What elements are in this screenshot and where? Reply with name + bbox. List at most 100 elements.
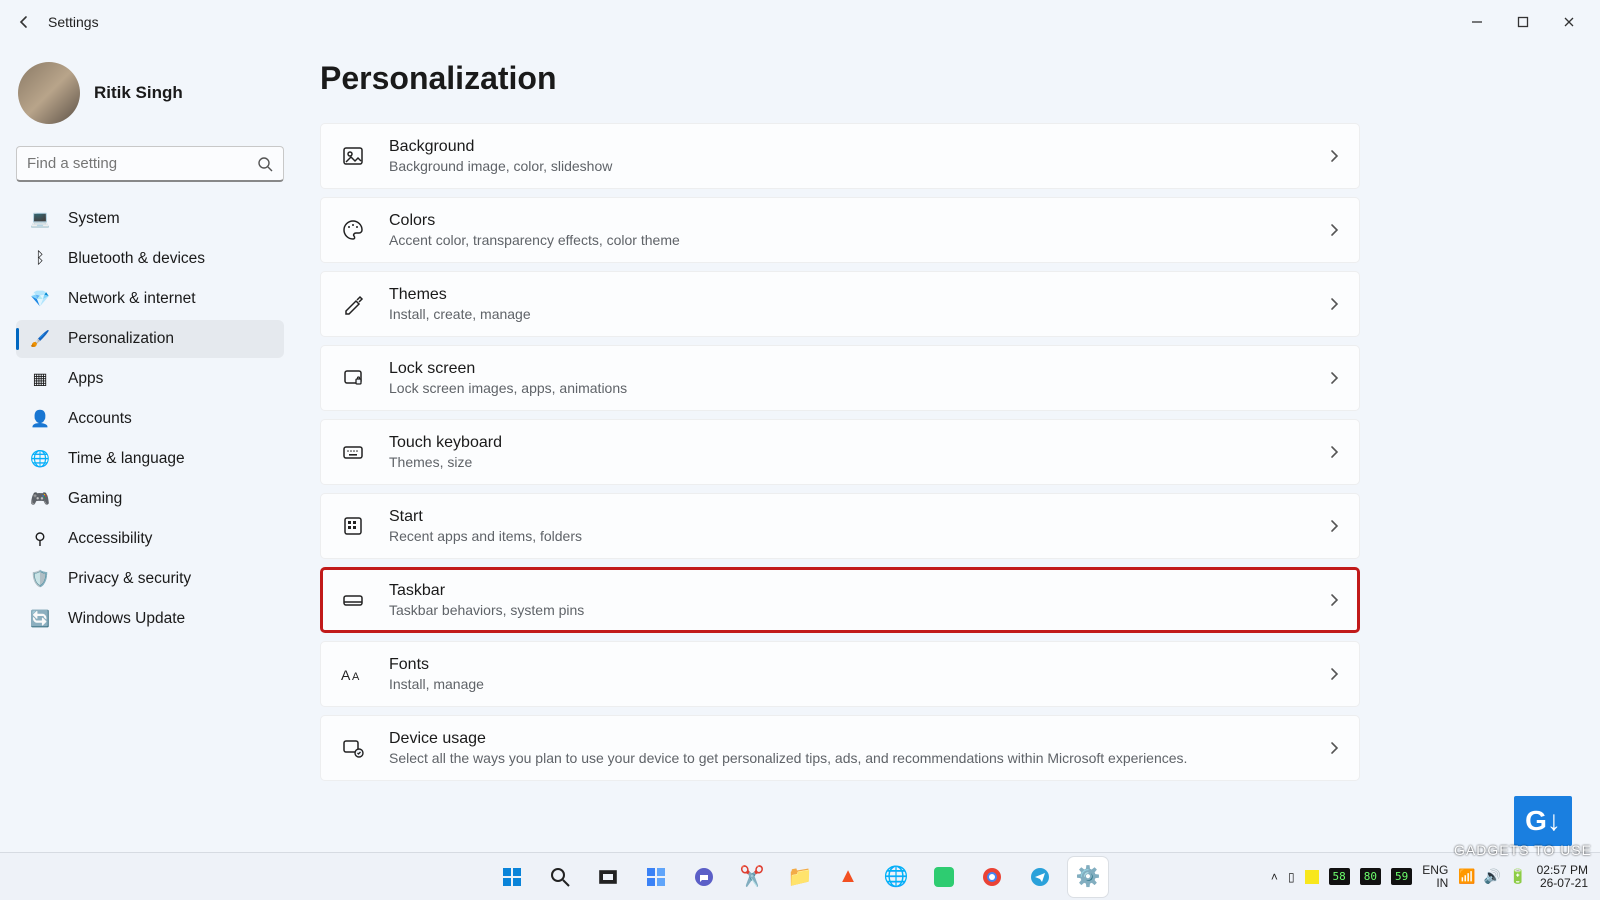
settings-cards: BackgroundBackground image, color, slide… [320,123,1360,781]
card-text: Lock screen Lock screen images, apps, ani… [389,360,1327,396]
card-title: Lock screen [389,360,1327,378]
start-button[interactable] [492,857,532,897]
sidebar-item-gaming[interactable]: 🎮Gaming [16,480,284,518]
minimize-button[interactable] [1454,6,1500,38]
chevron-right-icon [1327,149,1341,163]
edge-browser[interactable]: 🌐 [876,857,916,897]
taskbar-search[interactable] [540,857,580,897]
sidebar-item-accounts[interactable]: 👤 Accounts [16,400,284,438]
setting-background[interactable]: BackgroundBackground image, color, slide… [320,123,1360,189]
search-icon [549,866,571,888]
card-icon [339,734,367,762]
avatar [18,62,80,124]
nav-label: Windows Update [68,610,185,628]
app-green[interactable] [924,857,964,897]
file-explorer[interactable]: 📁 [780,857,820,897]
setting-fonts[interactable]: AAFontsInstall, manage [320,641,1360,707]
back-button[interactable] [8,6,40,38]
chip-3: 59 [1391,868,1412,885]
sidebar-item-apps[interactable]: ▦ Apps [16,360,284,398]
nav-label: Apps [68,370,103,388]
setting-start[interactable]: StartRecent apps and items, folders [320,493,1360,559]
card-text: BackgroundBackground image, color, slide… [389,138,1327,174]
nav-label: Gaming [68,490,122,508]
setting-themes[interactable]: ThemesInstall, create, manage [320,271,1360,337]
card-text: Device usage Select all the ways you plan… [389,730,1327,766]
user-name: Ritik Singh [94,83,183,103]
chevron-right-icon [1327,667,1341,681]
card-text: StartRecent apps and items, folders [389,508,1327,544]
nav-label: Privacy & security [68,570,191,588]
language-indicator[interactable]: ENG IN [1422,864,1448,889]
telegram[interactable] [1020,857,1060,897]
sidebar-item-bluetooth-devices[interactable]: ᛒ Bluetooth & devices [16,240,284,278]
sidebar-item-windows-update[interactable]: 🔄Windows Update [16,600,284,638]
battery-icon: 🔋 [1509,868,1526,885]
task-view[interactable] [588,857,628,897]
nav-label: Accessibility [68,530,152,548]
gear-icon: ⚙️ [1076,864,1101,889]
sidebar-item-system[interactable]: 💻System [16,200,284,238]
setting-taskbar[interactable]: TaskbarTaskbar behaviors, system pins [320,567,1360,633]
card-icon [339,290,367,318]
user-profile[interactable]: Ritik Singh [16,52,284,146]
maximize-icon [1517,16,1529,28]
card-title: Background [389,138,1327,156]
svg-text:A: A [352,671,360,683]
nav: 💻System ᛒ Bluetooth & devices 💎Network & in… [16,200,284,638]
chevron-right-icon [1327,445,1341,459]
chrome-browser[interactable] [972,857,1012,897]
wifi-icon: 📶 [1458,868,1475,885]
search-box[interactable] [16,146,284,182]
card-text: Touch keyboardThemes, size [389,434,1327,470]
sidebar-item-network-internet[interactable]: 💎Network & internet [16,280,284,318]
battery-tray-icon[interactable]: ▯ [1288,870,1295,884]
system-icons[interactable]: 📶 🔊 🔋 [1458,868,1526,885]
card-text: Colors Accent color, transparency effects… [389,212,1327,248]
settings-app[interactable]: ⚙️ [1068,857,1108,897]
card-icon [339,142,367,170]
nav-icon: 🌐 [30,449,50,469]
sidebar-item-time-language[interactable]: 🌐Time & language [16,440,284,478]
chevron-right-icon [1327,371,1341,385]
taskbar-center: ✂️ 📁 ▲ 🌐 ⚙️ [492,857,1108,897]
close-button[interactable] [1546,6,1592,38]
clock[interactable]: 02:57 PM 26-07-21 [1537,864,1588,889]
setting-device-usage[interactable]: Device usage Select all the ways you plan… [320,715,1360,781]
card-desc: Accent color, transparency effects, colo… [389,232,1327,248]
green-app-icon [934,867,954,887]
nav-label: Network & internet [68,290,196,308]
sidebar-item-privacy-security[interactable]: 🛡️Privacy & security [16,560,284,598]
nav-label: Bluetooth & devices [68,250,205,268]
maximize-button[interactable] [1500,6,1546,38]
nav-label: System [68,210,120,228]
nav-icon: ▦ [30,369,50,389]
setting-touch-keyboard[interactable]: Touch keyboardThemes, size [320,419,1360,485]
sidebar-item-accessibility[interactable]: ⚲Accessibility [16,520,284,558]
minimize-icon [1471,16,1483,28]
clock-time: 02:57 PM [1537,864,1588,877]
nav-label: Accounts [68,410,132,428]
teams-chat[interactable] [684,857,724,897]
card-icon [339,512,367,540]
nav-icon: ᛒ [30,249,50,269]
sidebar-item-personalization[interactable]: 🖌️Personalization [16,320,284,358]
card-title: Colors [389,212,1327,230]
chip-2: 80 [1360,868,1381,885]
card-title: Device usage [389,730,1327,748]
widgets[interactable] [636,857,676,897]
card-desc: Select all the ways you plan to use your… [389,750,1327,766]
card-title: Themes [389,286,1327,304]
card-desc: Lock screen images, apps, animations [389,380,1327,396]
card-icon [339,364,367,392]
brave-browser[interactable]: ▲ [828,857,868,897]
search-input[interactable] [27,155,257,172]
app-snip[interactable]: ✂️ [732,857,772,897]
watermark-logo: G↓ [1514,796,1572,846]
watermark-text: GADGETS TO USE [1454,842,1592,858]
nav-icon: 👤 [30,409,50,429]
setting-colors[interactable]: Colors Accent color, transparency effects… [320,197,1360,263]
setting-lock-screen[interactable]: Lock screen Lock screen images, apps, ani… [320,345,1360,411]
tray-overflow[interactable]: ˄ [1271,870,1278,884]
telegram-icon [1030,867,1050,887]
